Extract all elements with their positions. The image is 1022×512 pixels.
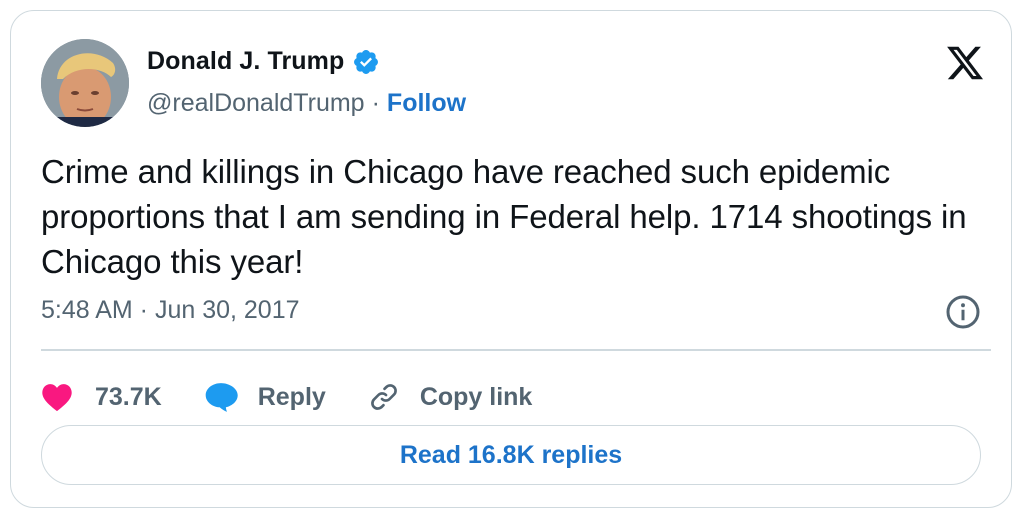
tweet-header: Donald J. Trump @realDonaldTrump · Follo… [41, 39, 991, 127]
link-icon [370, 384, 397, 410]
speech-bubble-icon [205, 383, 238, 412]
read-replies-button[interactable]: Read 16.8K replies [41, 425, 981, 485]
divider [41, 349, 991, 351]
action-bar: 73.7K Reply Copy link [41, 369, 532, 425]
tweet-card: Donald J. Trump @realDonaldTrump · Follo… [10, 10, 1012, 508]
separator-dot: · [371, 89, 380, 117]
avatar[interactable] [41, 39, 129, 127]
follow-link[interactable]: Follow [387, 89, 466, 118]
avatar-image [41, 39, 129, 127]
tweet-timestamp[interactable]: 5:48 AM · Jun 30, 2017 [41, 296, 300, 325]
heart-icon [42, 384, 72, 412]
x-logo-icon[interactable] [945, 43, 985, 83]
display-name[interactable]: Donald J. Trump [147, 47, 344, 76]
info-icon[interactable] [945, 294, 981, 330]
likes-count: 73.7K [95, 382, 162, 411]
like-button[interactable]: 73.7K [41, 382, 162, 412]
reply-label: Reply [257, 382, 326, 411]
copy-link-button[interactable]: Copy link [368, 381, 533, 413]
name-row: Donald J. Trump [147, 47, 380, 76]
user-handle[interactable]: @realDonaldTrump [147, 89, 365, 118]
handle-row: @realDonaldTrump · Follow [147, 89, 466, 118]
tweet-text: Crime and killings in Chicago have reach… [41, 153, 967, 280]
verified-badge-icon [354, 49, 379, 74]
reply-button[interactable]: Reply [204, 381, 326, 413]
copy-link-label: Copy link [419, 382, 533, 411]
